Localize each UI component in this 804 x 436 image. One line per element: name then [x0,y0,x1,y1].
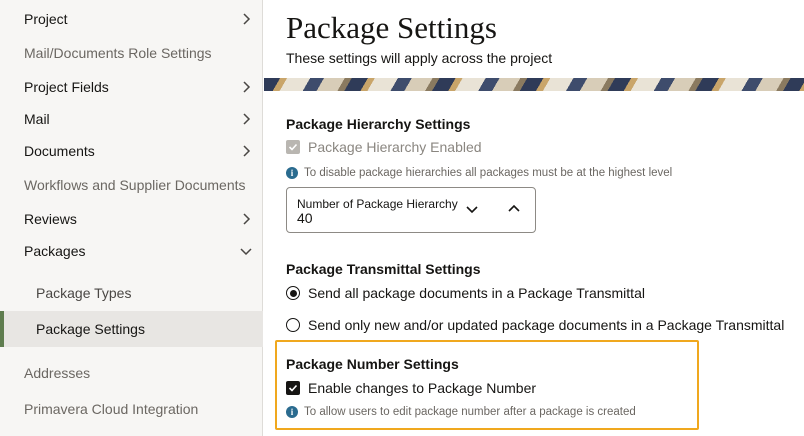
sidebar-item-project[interactable]: Project [0,4,263,34]
chevron-right-icon [243,13,251,25]
sidebar-item-label: Project [24,11,68,27]
chevron-down-icon[interactable] [465,202,479,216]
number-info-row: i To allow users to edit package number … [286,406,636,418]
checkmark-icon [288,143,298,151]
hierarchy-info-row: i To disable package hierarchies all pac… [286,167,672,179]
number-info-text: To allow users to edit package number af… [304,406,636,418]
chevron-right-icon [243,213,251,225]
settings-sidebar: Project Mail/Documents Role Settings Pro… [0,0,263,436]
chevron-right-icon [243,145,251,157]
chevron-down-icon [240,248,252,256]
chevron-up-icon[interactable] [507,202,521,216]
hierarchy-enabled-checkbox[interactable] [286,140,300,154]
number-enable-checkbox-row: Enable changes to Package Number [286,380,536,396]
sidebar-item-mail[interactable]: Mail [0,104,263,134]
sidebar-item-label: Workflows and Supplier Documents [24,177,246,193]
radio-selected-dot [289,289,297,297]
sidebar-item-label: Package Types [36,285,132,301]
chevron-right-icon [243,113,251,125]
enable-package-number-label: Enable changes to Package Number [308,380,537,396]
enable-package-number-checkbox[interactable] [286,381,300,395]
decorative-banner [264,78,804,91]
radio-label: Send only new and/or updated package doc… [308,317,785,333]
sidebar-item-workflows-supplier-documents[interactable]: Workflows and Supplier Documents [0,170,263,200]
sidebar-item-label: Mail [24,111,50,127]
sidebar-item-label: Addresses [24,365,91,381]
checkmark-icon [288,384,298,392]
hierarchy-enabled-checkbox-row: Package Hierarchy Enabled [286,139,482,155]
select-label: Number of Package Hierarchy [297,197,458,211]
sidebar-item-mail-documents-role-settings[interactable]: Mail/Documents Role Settings [0,38,263,68]
select-value: 40 [297,210,313,226]
sidebar-item-label: Package Settings [36,321,145,337]
page-subtitle: These settings will apply across the pro… [286,50,553,66]
info-icon: i [286,167,298,179]
radio-button[interactable] [286,286,300,300]
radio-button[interactable] [286,318,300,332]
number-section-title: Package Number Settings [286,356,459,372]
sidebar-item-label: Project Fields [24,79,109,95]
sidebar-item-project-fields[interactable]: Project Fields [0,72,263,102]
sidebar-item-package-settings[interactable]: Package Settings [0,311,263,347]
chevron-right-icon [243,81,251,93]
sidebar-item-label: Packages [24,243,86,259]
hierarchy-number-select[interactable]: Number of Package Hierarchy 40 [286,187,536,233]
hierarchy-info-text: To disable package hierarchies all packa… [304,167,673,179]
sidebar-item-label: Mail/Documents Role Settings [24,45,212,61]
sidebar-item-label: Reviews [24,211,77,227]
sidebar-item-package-types[interactable]: Package Types [0,278,263,308]
info-icon: i [286,406,298,418]
sidebar-item-primavera-cloud-integration[interactable]: Primavera Cloud Integration [0,394,263,424]
sidebar-item-addresses[interactable]: Addresses [0,358,263,388]
sidebar-item-packages[interactable]: Packages [0,236,263,266]
hierarchy-section-title: Package Hierarchy Settings [286,116,471,132]
transmittal-section-title: Package Transmittal Settings [286,261,481,277]
page-title: Package Settings [286,10,497,45]
main-content: Package Settings These settings will app… [264,0,804,436]
hierarchy-enabled-label: Package Hierarchy Enabled [308,139,482,155]
radio-label: Send all package documents in a Package … [308,285,645,301]
transmittal-option-all[interactable]: Send all package documents in a Package … [286,285,645,301]
sidebar-item-label: Primavera Cloud Integration [24,401,199,417]
sidebar-item-label: Documents [24,143,95,159]
sidebar-item-reviews[interactable]: Reviews [0,204,263,234]
transmittal-option-new-updated[interactable]: Send only new and/or updated package doc… [286,317,784,333]
sidebar-item-documents[interactable]: Documents [0,136,263,166]
